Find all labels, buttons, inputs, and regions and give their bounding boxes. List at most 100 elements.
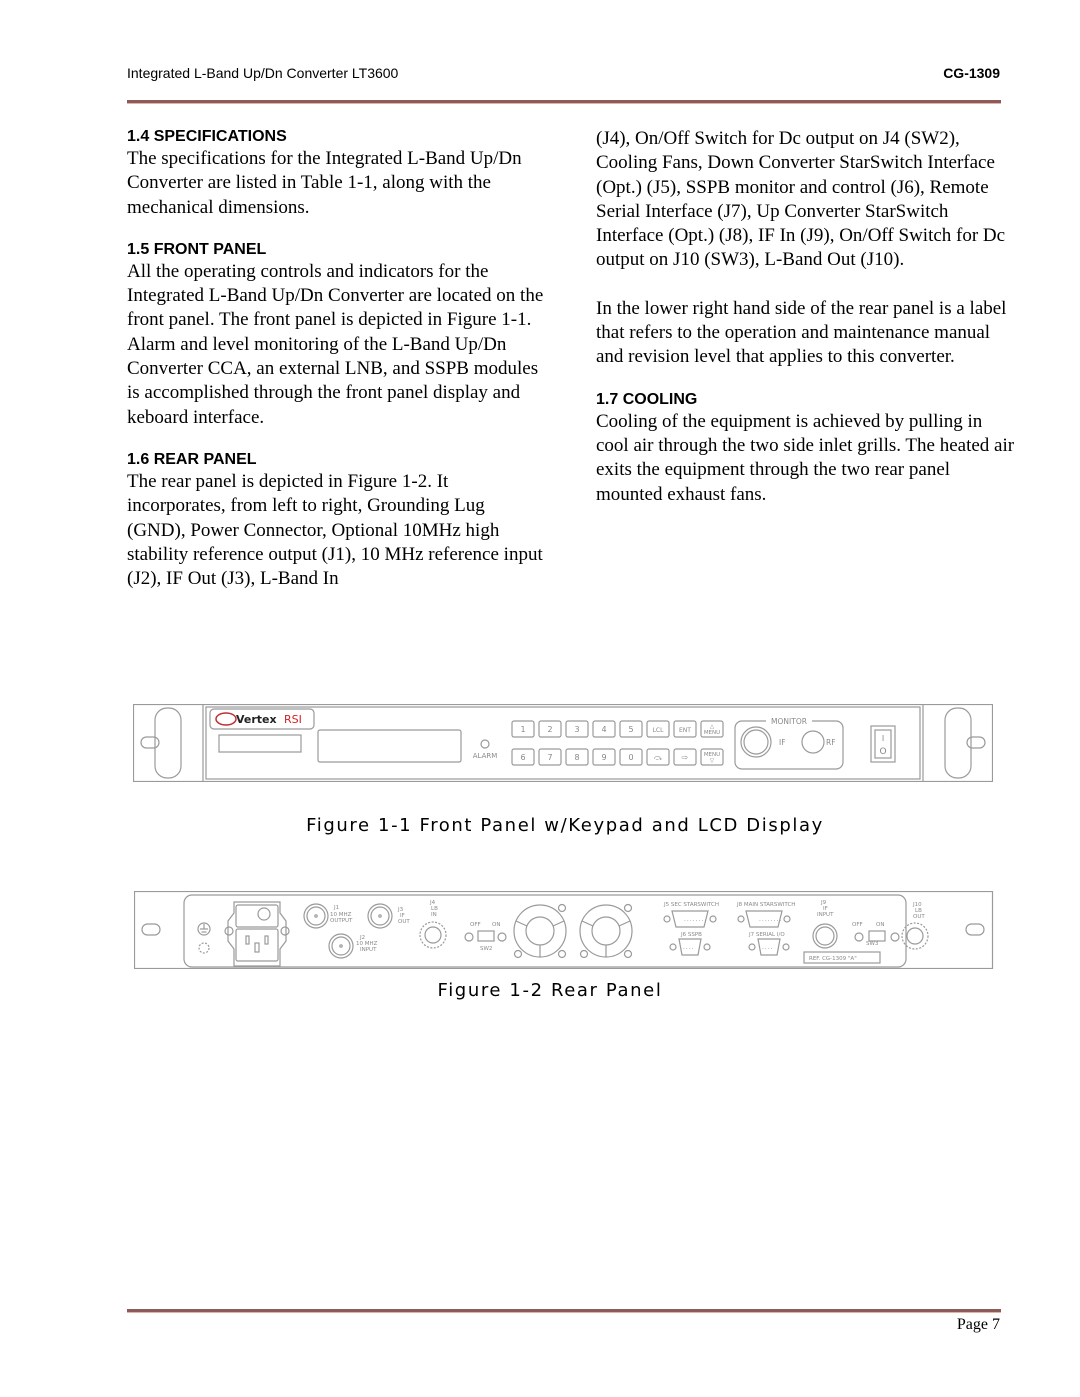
keypad-key[interactable]: 8 [565,748,589,766]
keypad-key[interactable]: 3 [565,720,589,738]
right-column: (J4), On/Off Switch for Dc output on J4 … [596,127,1016,507]
rf-jack-icon [801,730,825,754]
sw3-off-label: OFF [852,922,863,928]
keypad-key[interactable]: 2 [538,720,562,738]
section-paragraph-continued: (J4), On/Off Switch for Dc output on J4 … [596,128,1006,271]
ref-label: REF. CG-1309 "A" [809,956,857,962]
if-label: IF [779,738,786,747]
keypad-key[interactable]: 5 [619,720,643,738]
svg-text:....: .... [683,944,695,951]
logo-globe-icon [215,712,237,726]
keypad-key-label: 1 [520,725,525,734]
j8-label: J8 MAIN STARSWITCH [736,902,795,908]
keypad-key[interactable]: 9 [592,748,616,766]
sw2-switch [477,930,495,942]
figure-2-caption: Figure 1-2 Rear Panel [437,980,663,1001]
sw2-off-indicator [464,932,474,942]
right-mount-hole-icon [965,923,985,936]
section-heading: 1.4 SPECIFICATIONS [127,128,287,145]
keypad-key-label: 5 [628,725,633,734]
section-heading: 1.6 REAR PANEL [127,450,257,468]
keypad-key-label: 4 [601,725,606,734]
sw2-off-label: OFF [470,922,481,928]
if-jack-inner-icon [743,729,769,755]
keypad-key-label: 6 [520,753,525,762]
j4-label-3: IN [431,912,437,918]
page-number: Page 7 [956,1316,1000,1333]
sw3-label: SW3 [866,941,879,947]
section-paragraph: The specifications for the Integrated L-… [127,148,522,218]
left-column: 1.4 SPECIFICATIONS The specifications fo… [127,127,547,591]
j1-label-3: OUTPUT [330,918,353,924]
sw2-label: SW2 [480,946,492,952]
right-mount-hole-icon [966,736,986,749]
sw3-off-indicator [854,932,864,942]
alarm-label: ALARM [473,752,498,760]
keypad-key-label: 7 [547,753,552,762]
svg-text:........: ........ [759,916,782,923]
header-rule [127,100,1001,104]
keypad-key-label: 0 [628,753,633,762]
keypad-key-label: 3 [574,725,579,734]
keypad-key[interactable]: ⇨ [673,748,697,766]
keypad-key[interactable]: 1 [511,720,535,738]
j2-label-3: INPUT [360,947,377,953]
logo-text-vertex: Vertex [236,713,277,726]
sw3-switch [868,930,886,942]
j9-label-3: INPUT [817,912,834,918]
section-front-panel: 1.5 FRONT PANEL All the operating contro… [127,240,547,430]
header-doc-id: CG-1309 [943,65,1000,81]
keypad-key-label: ⤼ [654,753,663,762]
keypad-key[interactable]: 6 [511,748,535,766]
sw2-on-indicator [497,932,507,942]
j5-label: J5 SEC STARSWITCH [663,902,719,908]
keypad-key-label: 2 [547,725,552,734]
keypad-key-label: 9 [601,753,606,762]
keypad-key[interactable]: 4 [592,720,616,738]
header-title: Integrated L-Band Up/Dn Converter LT3600 [127,65,399,81]
section-cooling: 1.7 COOLING Cooling of the equipment is … [596,390,1016,507]
j3-label-3: OUT [398,919,410,925]
sw3-on-label: ON [876,922,884,928]
section-paragraph: In the lower right hand side of the rear… [596,297,1007,368]
footer-rule [127,1309,1001,1313]
lcd-display [317,729,462,763]
keypad-key[interactable]: 0 [619,748,643,766]
keypad-key-label: ⇨ [682,753,689,762]
if-jack-outer-icon [740,726,772,758]
power-connector-icon [227,901,287,967]
switch-off-mark: O [879,747,886,757]
keypad-key[interactable]: ENT [673,720,697,738]
figure-1-caption: Figure 1-1 Front Panel w/Keypad and LCD … [306,815,824,836]
section-rear-panel: 1.6 REAR PANEL The rear panel is depicte… [127,450,547,591]
keypad: 1 2 3 4 5 LCL ENT △MENU 6 7 8 9 0 ⤼ ⇨ MENU▽ [511,720,724,766]
keypad-key[interactable]: 7 [538,748,562,766]
section-heading: 1.5 FRONT PANEL [127,240,267,258]
j6-label: J6 SSPB [680,932,702,938]
small-display [218,734,302,753]
section-heading: 1.7 COOLING [596,390,698,408]
keypad-key-label: ENT [679,727,691,734]
section-paragraph: Cooling of the equipment is achieved by … [596,410,1015,505]
keypad-key-label: 8 [574,753,579,762]
monitor-group [734,720,896,770]
sw2-on-label: ON [492,922,500,928]
monitor-label: MONITOR [771,717,807,726]
keypad-key[interactable]: MENU▽ [700,748,724,766]
keypad-key-label: ▽ [710,758,715,764]
j4-connector-icon [419,921,447,949]
ground-screw-icon [198,942,210,954]
svg-text:....: .... [762,944,774,951]
logo-text-rsi: RSI [284,713,302,726]
logo: Vertex RSI [215,712,302,726]
j1-label-1: J1 [333,905,339,911]
svg-text:........: ........ [684,916,707,923]
front-panel-figure: Vertex RSI ALARM 1 2 3 4 5 LCL ENT △MENU 6 7 8 9 0 ⤼ ⇨… [133,704,993,782]
switch-on-mark: I [882,734,884,743]
section-paragraph: The rear panel is depicted in Figure 1-2… [127,470,543,590]
keypad-key-label: LCL [653,727,665,734]
keypad-key[interactable]: △MENU [700,720,724,738]
keypad-key[interactable]: ⤼ [646,748,670,766]
keypad-key[interactable]: LCL [646,720,670,738]
inner-face [205,706,921,780]
